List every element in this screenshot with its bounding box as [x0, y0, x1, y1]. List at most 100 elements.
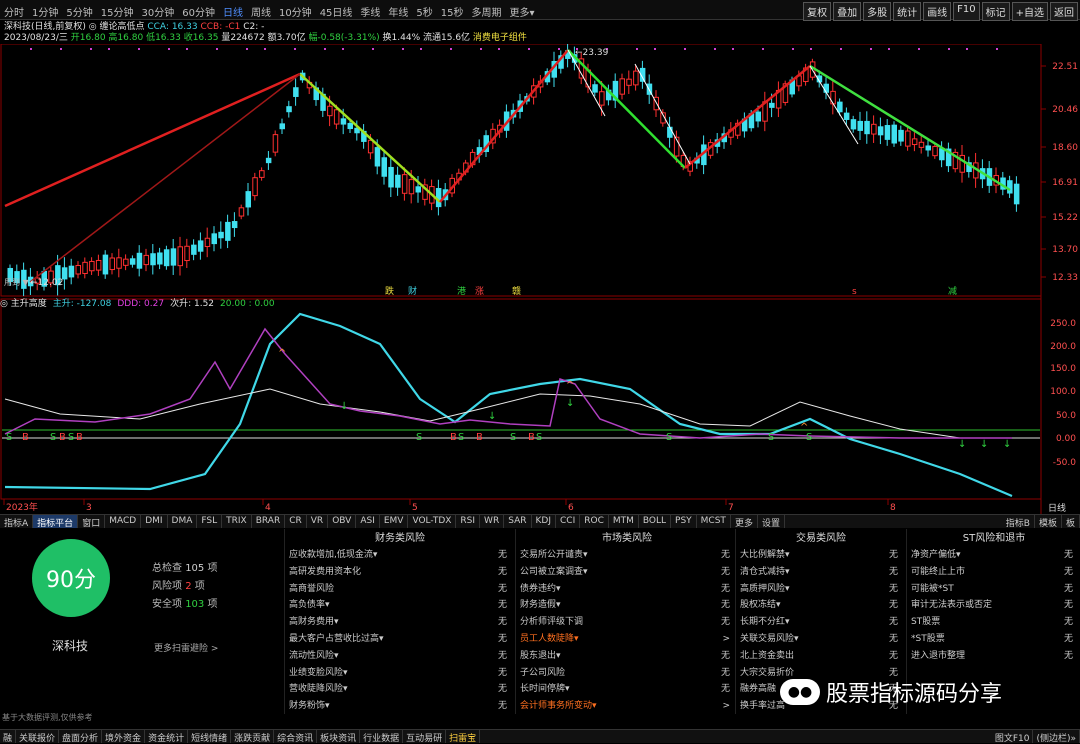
- toolbar-button[interactable]: 复权: [803, 2, 832, 21]
- risk-row[interactable]: ST股票 无: [907, 614, 1080, 631]
- indicator-tab[interactable]: FSL: [197, 515, 223, 528]
- indicator-tab[interactable]: BRAR: [252, 515, 286, 528]
- bottom-tab[interactable]: 涨跌贡献: [231, 730, 275, 744]
- more-scan-link[interactable]: 更多扫雷避险 >: [154, 641, 218, 654]
- risk-row[interactable]: 公司被立案调查▾ 无: [516, 564, 738, 581]
- indicator-tab[interactable]: VR: [307, 515, 329, 528]
- indicator-tab[interactable]: 指标B: [1002, 515, 1035, 529]
- indicator-tab[interactable]: ASI: [356, 515, 380, 528]
- chart-canvas[interactable]: 22.51 20.46 18.60 16.91 15.22 13.70 12.33 ←23.3…: [0, 44, 1080, 514]
- bottom-tab[interactable]: 扫雷宝: [446, 730, 481, 744]
- bottom-tab[interactable]: 互动易研: [403, 730, 447, 744]
- bottom-tab[interactable]: (侧边栏)»: [1033, 730, 1080, 744]
- risk-row[interactable]: 高研发费用资本化 无: [285, 564, 515, 581]
- period-tab[interactable]: 日线: [223, 4, 243, 19]
- risk-row[interactable]: 交易所公开谴责▾ 无: [516, 547, 738, 564]
- toolbar-button[interactable]: 叠加: [833, 2, 862, 21]
- risk-row[interactable]: 高商誉风险 无: [285, 581, 515, 598]
- risk-row[interactable]: *ST股票 无: [907, 631, 1080, 648]
- indicator-tab[interactable]: PSY: [671, 515, 697, 528]
- indicator-tab[interactable]: EMV: [380, 515, 409, 528]
- indicator-tab[interactable]: OBV: [328, 515, 357, 528]
- toolbar-button[interactable]: 多股: [863, 2, 892, 21]
- indicator-tab[interactable]: ROC: [580, 515, 609, 528]
- risk-row[interactable]: 进入退市整理 无: [907, 648, 1080, 665]
- risk-row[interactable]: 财务造假▾ 无: [516, 597, 738, 614]
- indicator-tab[interactable]: CR: [285, 515, 307, 528]
- risk-row[interactable]: 财务粉饰▾ 无: [285, 698, 515, 715]
- risk-row[interactable]: 清仓式减持▾ 无: [736, 564, 906, 581]
- risk-row[interactable]: 关联交易风险▾ 无: [736, 631, 906, 648]
- risk-row[interactable]: 高质押风险▾ 无: [736, 581, 906, 598]
- indicator-tab[interactable]: DMA: [168, 515, 198, 528]
- period-tab[interactable]: 分时: [4, 4, 24, 19]
- indicator-tab[interactable]: 窗口: [78, 515, 106, 529]
- bottom-tab[interactable]: 行业数据: [360, 730, 404, 744]
- period-tab[interactable]: 1分钟: [32, 4, 58, 19]
- risk-row[interactable]: 可能终止上市 无: [907, 564, 1080, 581]
- risk-row[interactable]: 高负债率▾ 无: [285, 597, 515, 614]
- indicator-tab[interactable]: WR: [480, 515, 505, 528]
- period-tab[interactable]: 更多▾: [510, 4, 535, 19]
- indicator-tab[interactable]: 设置: [758, 515, 785, 529]
- indicator-tab[interactable]: CCI: [556, 515, 581, 528]
- indicator-tab[interactable]: KDJ: [532, 515, 556, 528]
- risk-row[interactable]: 长时间停牌▾ 无: [516, 681, 738, 698]
- indicator-tab[interactable]: VOL-TDX: [408, 515, 457, 528]
- risk-row[interactable]: 高财务费用▾ 无: [285, 614, 515, 631]
- indicator-tab[interactable]: MACD: [105, 515, 142, 528]
- risk-row[interactable]: 债券违约▾ 无: [516, 581, 738, 598]
- period-tab[interactable]: 45日线: [320, 4, 353, 19]
- toolbar-button[interactable]: 画线: [923, 2, 952, 21]
- risk-row[interactable]: 子公司风险 无: [516, 665, 738, 682]
- period-tab[interactable]: 5秒: [416, 4, 432, 19]
- risk-row[interactable]: 股权冻结▾ 无: [736, 597, 906, 614]
- period-tab[interactable]: 季线: [360, 4, 380, 19]
- period-tab[interactable]: 年线: [388, 4, 408, 19]
- risk-row[interactable]: 审计无法表示或否定 无: [907, 597, 1080, 614]
- period-tab[interactable]: 60分钟: [182, 4, 215, 19]
- risk-row[interactable]: 营收陡降风险▾ 无: [285, 681, 515, 698]
- risk-row[interactable]: 长期不分红▾ 无: [736, 614, 906, 631]
- toolbar-button[interactable]: +自选: [1011, 2, 1048, 21]
- risk-row[interactable]: 应收款增加,低现金流▾ 无: [285, 547, 515, 564]
- bottom-tab[interactable]: 资金统计: [145, 730, 189, 744]
- period-tab[interactable]: 15分钟: [101, 4, 134, 19]
- bottom-tab[interactable]: 境外资金: [102, 730, 146, 744]
- risk-row[interactable]: 净资产偏低▾ 无: [907, 547, 1080, 564]
- risk-row[interactable]: 流动性风险▾ 无: [285, 648, 515, 665]
- risk-row[interactable]: 大比例解禁▾ 无: [736, 547, 906, 564]
- risk-row[interactable]: 会计师事务所变动▾ >: [516, 698, 738, 715]
- risk-row[interactable]: 分析师评级下调 无: [516, 614, 738, 631]
- indicator-tab[interactable]: MCST: [697, 515, 731, 528]
- indicator-tab[interactable]: SAR: [504, 515, 532, 528]
- risk-row[interactable]: 最大客户占营收比过高▾ 无: [285, 631, 515, 648]
- indicator-tab[interactable]: MTM: [609, 515, 639, 528]
- indicator-tab[interactable]: 板: [1062, 515, 1080, 529]
- risk-row[interactable]: 可能被*ST 无: [907, 581, 1080, 598]
- period-tab[interactable]: 10分钟: [279, 4, 312, 19]
- indicator-tab[interactable]: 指标平台: [33, 515, 79, 529]
- bottom-tab[interactable]: 关联报价: [16, 730, 60, 744]
- bottom-tab[interactable]: 板块资讯: [317, 730, 361, 744]
- bottom-tab[interactable]: 融: [0, 730, 17, 744]
- risk-row[interactable]: 业绩变脸风险▾ 无: [285, 665, 515, 682]
- risk-row[interactable]: 员工人数陡降▾ >: [516, 631, 738, 648]
- period-tab[interactable]: 15秒: [441, 4, 464, 19]
- toolbar-button[interactable]: 标记: [981, 2, 1010, 21]
- period-tab[interactable]: 多周期: [472, 4, 502, 19]
- indicator-tab[interactable]: RSI: [456, 515, 481, 528]
- toolbar-button[interactable]: F10: [953, 2, 980, 21]
- indicator-tab[interactable]: 模板: [1035, 515, 1062, 529]
- bottom-tab[interactable]: 盘面分析: [59, 730, 103, 744]
- indicator-tab[interactable]: 指标A: [0, 515, 34, 529]
- risk-row[interactable]: 北上资金卖出 无: [736, 648, 906, 665]
- bottom-tab[interactable]: 短线情绪: [188, 730, 232, 744]
- toolbar-button[interactable]: 返回: [1050, 2, 1078, 21]
- bottom-tab[interactable]: 综合资讯: [274, 730, 318, 744]
- indicator-tab[interactable]: DMI: [141, 515, 168, 528]
- period-tab[interactable]: 5分钟: [66, 4, 92, 19]
- toolbar-button[interactable]: 统计: [893, 2, 922, 21]
- risk-row[interactable]: 股东退出▾ 无: [516, 648, 738, 665]
- indicator-tab[interactable]: TRIX: [222, 515, 252, 528]
